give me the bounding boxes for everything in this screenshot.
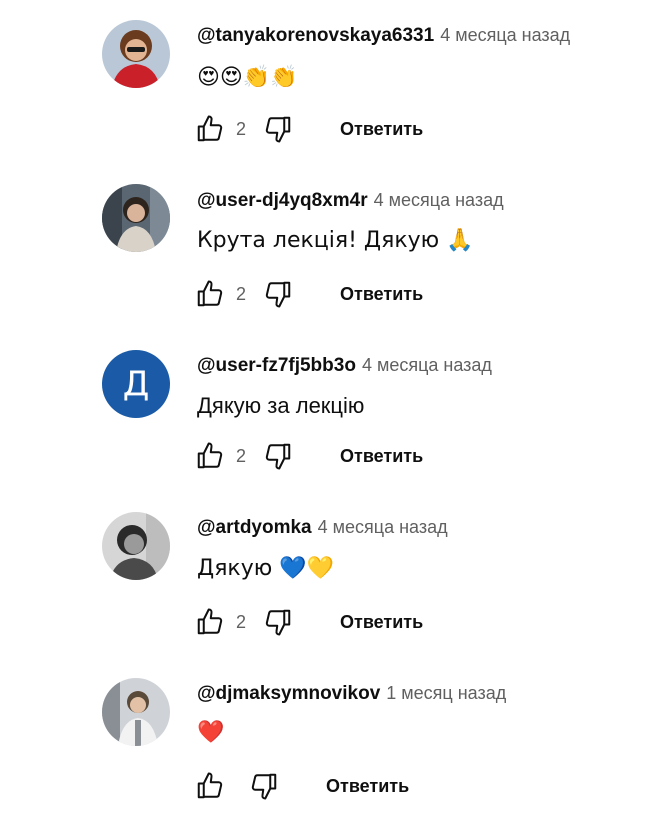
dislike-button[interactable] (262, 113, 294, 145)
author-name[interactable]: @djmaksymnovikov (197, 683, 380, 704)
comment-timestamp[interactable]: 4 месяца назад (362, 355, 492, 375)
like-button[interactable] (194, 770, 226, 802)
comment-timestamp[interactable]: 4 месяца назад (440, 25, 570, 45)
comment-text: ❤️ (197, 720, 225, 745)
like-button[interactable] (194, 278, 226, 310)
dislike-button[interactable] (262, 606, 294, 638)
thumbs-up-icon (197, 115, 223, 142)
dislike-button[interactable] (262, 440, 294, 472)
comment-actions: 2 Ответить (194, 277, 423, 311)
reply-button[interactable]: Ответить (340, 446, 423, 467)
comment-header: @artdyomka 4 месяца назад (197, 515, 448, 540)
author-name[interactable]: @user-dj4yq8xm4r (197, 190, 368, 211)
thumbs-down-icon (251, 773, 277, 800)
thumbs-up-icon (197, 442, 223, 469)
comment-text: 😍😍👏👏 (197, 65, 298, 90)
avatar[interactable] (102, 20, 170, 88)
comment-actions: 2 Ответить (194, 439, 423, 473)
thumbs-down-icon (265, 609, 291, 636)
comment-header: @tanyakorenovskaya6331 4 месяца назад (197, 23, 570, 48)
author-name[interactable]: @tanyakorenovskaya6331 (197, 25, 434, 46)
reply-button[interactable]: Ответить (340, 612, 423, 633)
comment-timestamp[interactable]: 4 месяца назад (318, 517, 448, 537)
comment-actions: 2 Ответить (194, 112, 423, 146)
thumbs-down-icon (265, 281, 291, 308)
thumbs-up-icon (197, 280, 223, 307)
comment-header: @user-dj4yq8xm4r 4 месяца назад (197, 188, 504, 213)
dislike-button[interactable] (262, 278, 294, 310)
like-button[interactable] (194, 113, 226, 145)
reply-button[interactable]: Ответить (340, 119, 423, 140)
dislike-button[interactable] (248, 770, 280, 802)
thumbs-up-icon (197, 608, 223, 635)
comment-text: Дякую за лекцію (197, 393, 365, 418)
comment-actions: 2 Ответить (194, 605, 423, 639)
like-count: 2 (236, 445, 247, 466)
author-name[interactable]: @user-fz7fj5bb3o (197, 355, 356, 376)
avatar[interactable]: Д (102, 350, 170, 418)
author-name[interactable]: @artdyomka (197, 517, 312, 538)
reply-button[interactable]: Ответить (326, 776, 409, 797)
avatar[interactable] (102, 678, 170, 746)
thumbs-up-icon (197, 772, 223, 799)
comment-text: Дякую 💙💛 (197, 556, 335, 581)
comment-header: @djmaksymnovikov 1 месяц назад (197, 681, 506, 706)
comment-text: Крута лекція! Дякую 🙏 (197, 228, 474, 253)
reply-button[interactable]: Ответить (340, 284, 423, 305)
comment-header: @user-fz7fj5bb3o 4 месяца назад (197, 353, 492, 378)
avatar[interactable] (102, 512, 170, 580)
like-button[interactable] (194, 606, 226, 638)
comment-actions: Ответить (194, 769, 409, 803)
like-count: 2 (236, 118, 247, 139)
comment-timestamp[interactable]: 4 месяца назад (374, 190, 504, 210)
thumbs-down-icon (265, 116, 291, 143)
like-count: 2 (236, 611, 247, 632)
comment-timestamp[interactable]: 1 месяц назад (386, 683, 506, 703)
like-count: 2 (236, 283, 247, 304)
avatar[interactable] (102, 184, 170, 252)
thumbs-down-icon (265, 443, 291, 470)
like-button[interactable] (194, 440, 226, 472)
avatar-letter: Д (122, 364, 150, 404)
